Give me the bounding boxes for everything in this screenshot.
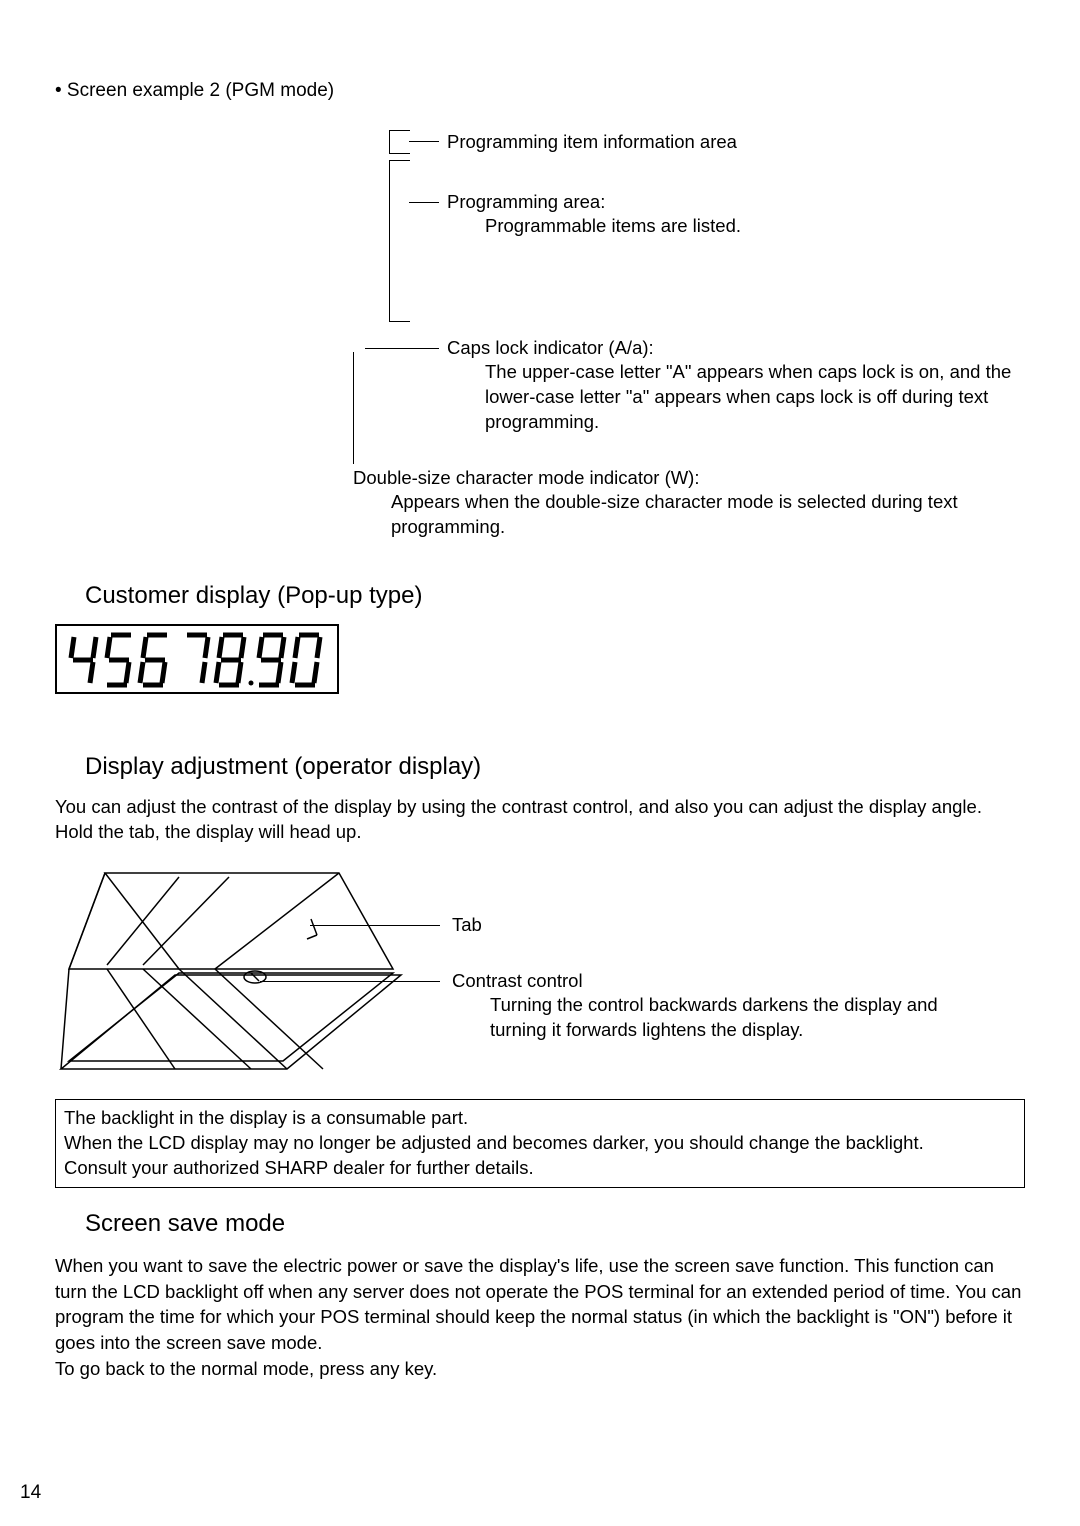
note-line: The backlight in the display is a consum…	[64, 1106, 1016, 1131]
double-size-label: Double-size character mode indicator (W)…	[353, 466, 700, 491]
manual-page: • Screen example 2 (PGM mode) Programmin…	[0, 0, 1080, 1526]
bracket-icon	[389, 160, 410, 322]
display-device-diagram: Tab Contrast control Turning the control…	[55, 865, 1025, 1085]
note-line: Consult your authorized SHARP dealer for…	[64, 1156, 1016, 1181]
bracket-icon	[389, 130, 410, 154]
display-device-icon	[55, 865, 405, 1075]
leader-line-icon	[353, 352, 354, 464]
example-heading: • Screen example 2 (PGM mode)	[55, 78, 1025, 104]
display-adjustment-heading: Display adjustment (operator display)	[85, 751, 1025, 783]
programming-area-label: Programming area:	[447, 190, 605, 215]
page-number: 14	[20, 1480, 41, 1506]
screen-save-body: When you want to save the electric power…	[55, 1253, 1025, 1382]
double-size-description: Appears when the double-size character m…	[391, 490, 1011, 540]
screen-save-return: To go back to the normal mode, press any…	[55, 1358, 437, 1379]
customer-display-heading: Customer display (Pop-up type)	[85, 580, 1025, 612]
caps-lock-label: Caps lock indicator (A/a):	[447, 336, 654, 361]
pgm-screen-diagram: Programming item information area Progra…	[55, 130, 1025, 560]
info-area-label: Programming item information area	[447, 130, 737, 155]
display-adjustment-body: You can adjust the contrast of the displ…	[55, 795, 1025, 845]
screen-save-heading: Screen save mode	[85, 1208, 1025, 1240]
customer-display-box	[55, 624, 339, 694]
leader-line-icon	[409, 141, 439, 142]
tab-label: Tab	[452, 913, 482, 938]
leader-line-icon	[365, 348, 439, 349]
backlight-note: The backlight in the display is a consum…	[55, 1099, 1025, 1188]
leader-line-icon	[409, 202, 439, 203]
leader-line-icon	[310, 925, 440, 926]
contrast-control-label: Contrast control	[452, 969, 583, 994]
caps-lock-description: The upper-case letter "A" appears when c…	[485, 360, 1055, 435]
leader-line-icon	[260, 981, 440, 982]
note-line: When the LCD display may no longer be ad…	[64, 1131, 1016, 1156]
seven-segment-icon	[67, 628, 327, 690]
screen-save-paragraph: When you want to save the electric power…	[55, 1255, 1021, 1354]
programming-area-sub: Programmable items are listed.	[485, 214, 741, 239]
contrast-control-description: Turning the control backwards darkens th…	[490, 993, 980, 1043]
